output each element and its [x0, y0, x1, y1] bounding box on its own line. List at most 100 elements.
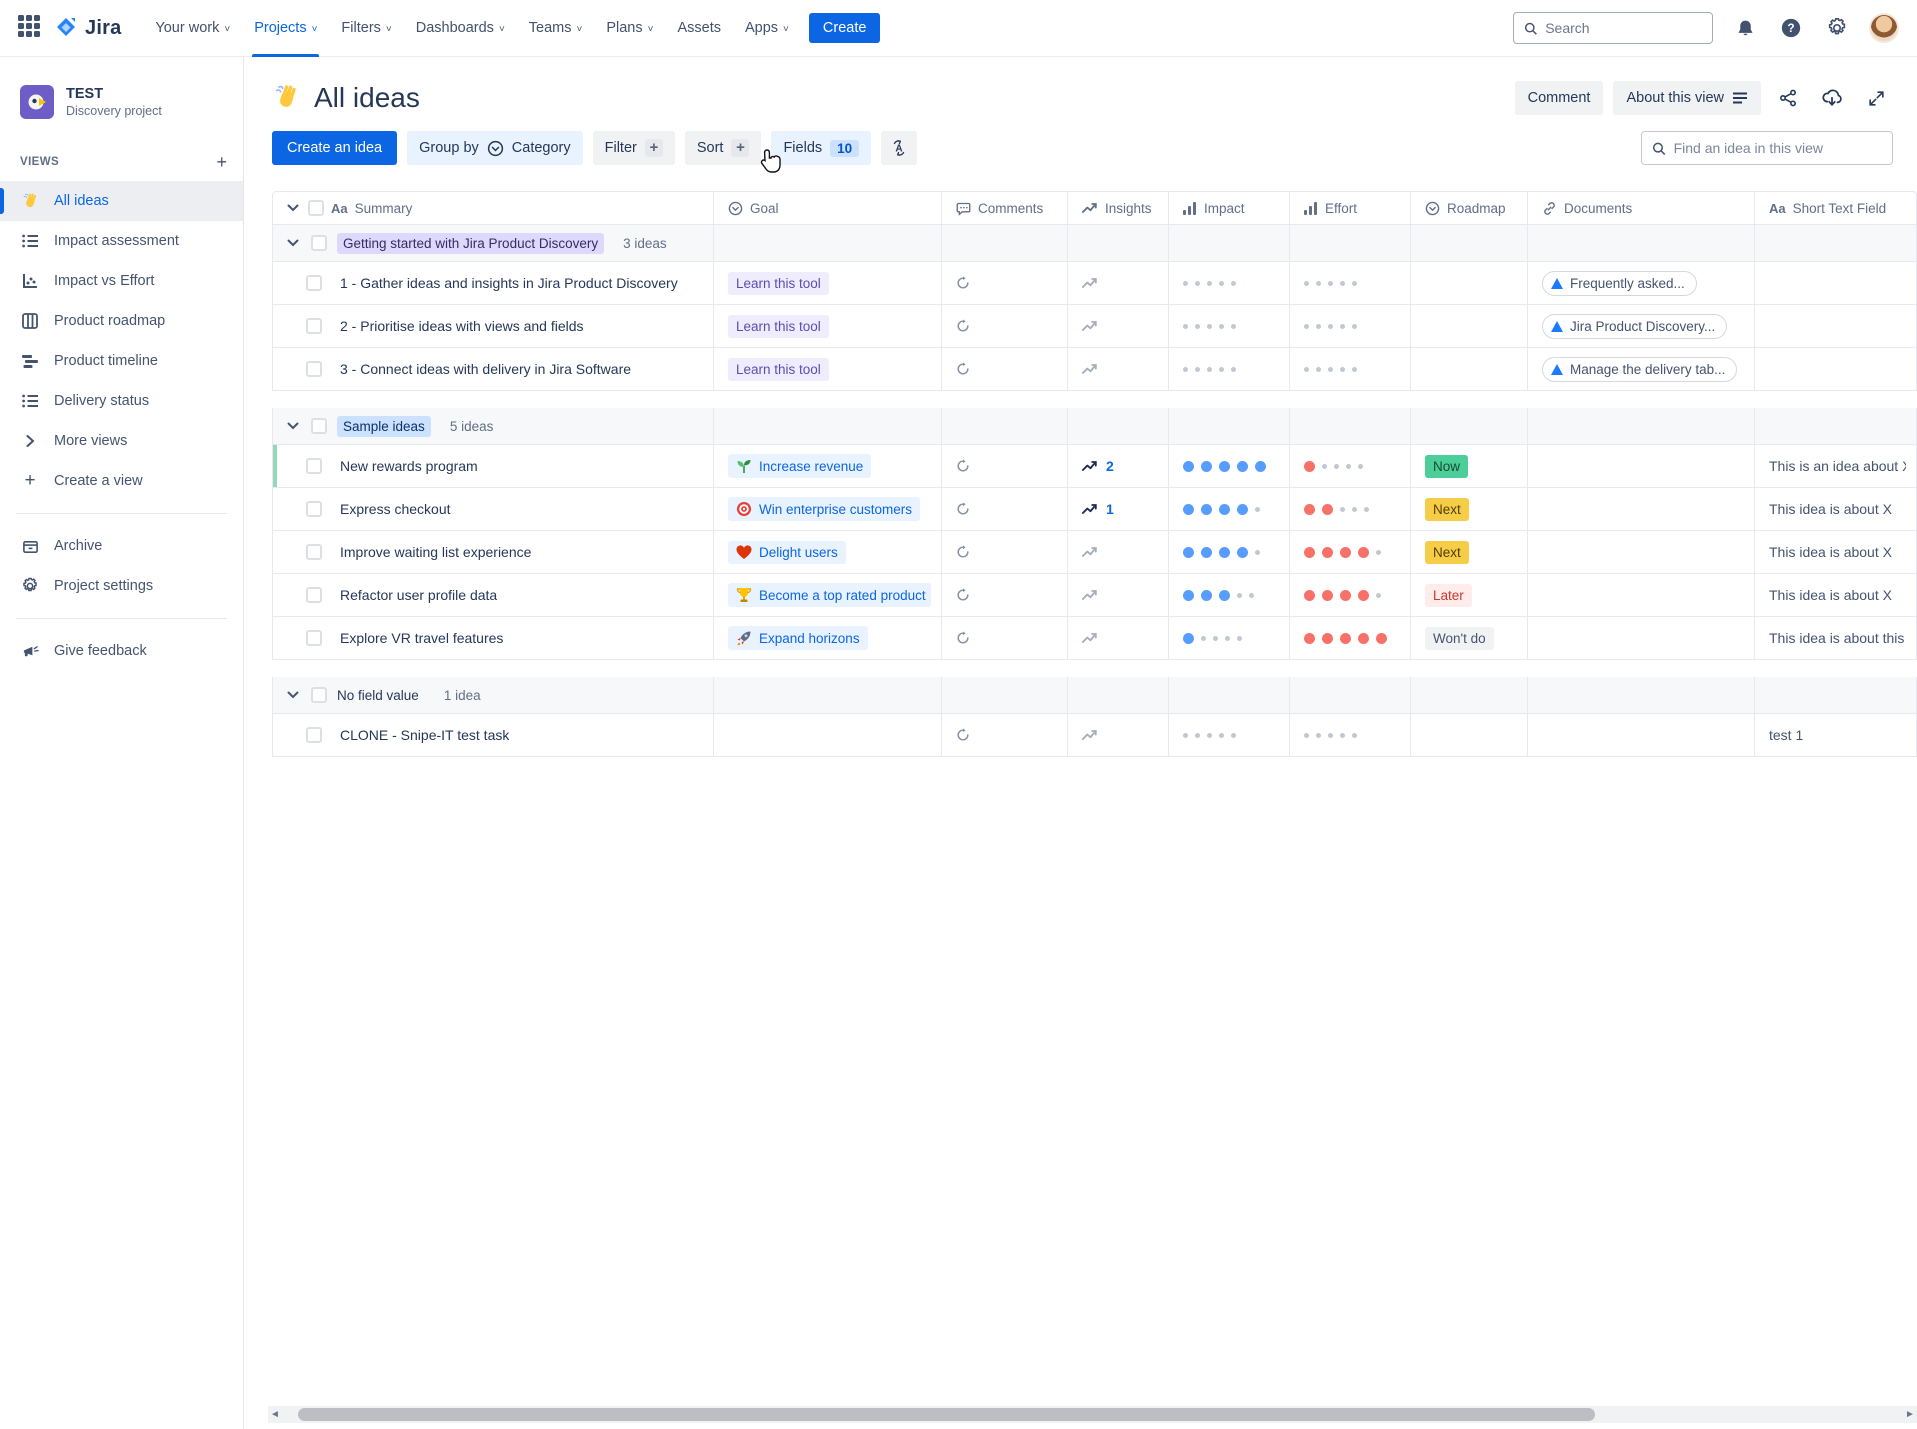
effort-cell[interactable]: [1290, 445, 1411, 487]
share-icon[interactable]: [1771, 82, 1805, 114]
effort-rating[interactable]: [1304, 633, 1387, 644]
group-collapse-icon[interactable]: [287, 691, 301, 699]
group-badge[interactable]: Getting started with Jira Product Discov…: [337, 233, 604, 254]
nav-item-your-work[interactable]: Your work˅: [143, 0, 242, 57]
effort-cell[interactable]: [1290, 574, 1411, 616]
comments-cell[interactable]: [942, 445, 1068, 487]
idea-summary[interactable]: 1 - Gather ideas and insights in Jira Pr…: [340, 275, 678, 291]
jira-logo[interactable]: Jira: [54, 16, 121, 40]
impact-rating[interactable]: [1183, 590, 1254, 601]
filter-button[interactable]: Filter +: [593, 131, 675, 165]
roadmap-cell[interactable]: Later: [1411, 574, 1528, 616]
impact-cell[interactable]: [1169, 348, 1290, 390]
summary-cell[interactable]: CLONE - Snipe-IT test task: [273, 714, 714, 756]
column-header-short-text-field[interactable]: AaShort Text Field: [1755, 192, 1916, 224]
row-checkbox[interactable]: [306, 727, 322, 743]
user-avatar[interactable]: [1869, 13, 1899, 43]
goal-pill[interactable]: Learn this tool: [728, 358, 829, 381]
sidebar-item-impact-assessment[interactable]: Impact assessment: [0, 221, 243, 261]
summary-cell[interactable]: 2 - Prioritise ideas with views and fiel…: [273, 305, 714, 347]
comments-cell[interactable]: [942, 488, 1068, 530]
impact-cell[interactable]: [1169, 531, 1290, 573]
effort-cell[interactable]: [1290, 617, 1411, 659]
goal-cell[interactable]: Delight users: [714, 531, 942, 573]
idea-row[interactable]: 3 - Connect ideas with delivery in Jira …: [272, 348, 1917, 391]
impact-rating[interactable]: [1183, 367, 1236, 372]
effort-cell[interactable]: [1290, 488, 1411, 530]
impact-rating[interactable]: [1183, 324, 1236, 329]
effort-rating[interactable]: [1304, 281, 1357, 286]
comments-cell[interactable]: [942, 348, 1068, 390]
document-link[interactable]: Manage the delivery tab...: [1542, 357, 1737, 382]
goal-pill[interactable]: Expand horizons: [728, 626, 868, 650]
idea-summary[interactable]: Express checkout: [340, 501, 451, 517]
export-download-icon[interactable]: [1815, 82, 1849, 114]
idea-summary[interactable]: CLONE - Snipe-IT test task: [340, 727, 509, 743]
sort-button[interactable]: Sort +: [685, 131, 762, 165]
column-header-comments[interactable]: Comments: [942, 192, 1068, 224]
scrollbar-track[interactable]: [282, 1406, 1903, 1423]
roadmap-cell[interactable]: Now: [1411, 445, 1528, 487]
insights-cell[interactable]: [1068, 305, 1169, 347]
documents-cell[interactable]: [1528, 531, 1755, 573]
documents-cell[interactable]: [1528, 574, 1755, 616]
global-search-input[interactable]: [1545, 20, 1702, 36]
effort-rating[interactable]: [1304, 590, 1381, 601]
column-header-documents[interactable]: Documents: [1528, 192, 1755, 224]
goal-pill[interactable]: Learn this tool: [728, 272, 829, 295]
summary-cell[interactable]: Explore VR travel features: [273, 617, 714, 659]
goal-cell[interactable]: Expand horizons: [714, 617, 942, 659]
row-checkbox[interactable]: [306, 630, 322, 646]
roadmap-badge[interactable]: Next: [1425, 498, 1469, 521]
app-switcher-icon[interactable]: [18, 15, 44, 41]
sidebar-item-project-settings[interactable]: Project settings: [0, 566, 243, 606]
comment-button[interactable]: Comment: [1515, 81, 1604, 115]
column-header-roadmap[interactable]: Roadmap: [1411, 192, 1528, 224]
goal-cell[interactable]: Learn this tool: [714, 348, 942, 390]
document-link[interactable]: Jira Product Discovery...: [1542, 314, 1727, 339]
comments-cell[interactable]: [942, 617, 1068, 659]
column-header-goal[interactable]: Goal: [714, 192, 942, 224]
roadmap-badge[interactable]: Now: [1425, 455, 1468, 478]
goal-cell[interactable]: Learn this tool: [714, 262, 942, 304]
idea-summary[interactable]: 3 - Connect ideas with delivery in Jira …: [340, 361, 631, 377]
effort-cell[interactable]: [1290, 348, 1411, 390]
fullscreen-expand-icon[interactable]: [1859, 82, 1893, 114]
documents-cell[interactable]: [1528, 617, 1755, 659]
effort-rating[interactable]: [1304, 461, 1363, 472]
sidebar-item-product-timeline[interactable]: Product timeline: [0, 341, 243, 381]
documents-cell[interactable]: [1528, 445, 1755, 487]
idea-row[interactable]: 2 - Prioritise ideas with views and fiel…: [272, 305, 1917, 348]
group-badge[interactable]: No field value: [337, 685, 425, 706]
goal-cell[interactable]: Become a top rated product: [714, 574, 942, 616]
global-search[interactable]: [1513, 12, 1713, 44]
column-header-summary[interactable]: AaSummary: [273, 192, 714, 224]
effort-cell[interactable]: [1290, 714, 1411, 756]
roadmap-badge[interactable]: Later: [1425, 584, 1472, 607]
goal-pill[interactable]: Increase revenue: [728, 454, 871, 478]
select-all-checkbox[interactable]: [308, 200, 324, 216]
effort-rating[interactable]: [1304, 733, 1357, 738]
nav-item-plans[interactable]: Plans˅: [594, 0, 665, 57]
idea-summary[interactable]: Improve waiting list experience: [340, 544, 531, 560]
impact-rating[interactable]: [1183, 547, 1260, 558]
group-checkbox[interactable]: [311, 418, 327, 434]
idea-summary[interactable]: Explore VR travel features: [340, 630, 503, 646]
goal-cell[interactable]: Learn this tool: [714, 305, 942, 347]
idea-summary[interactable]: 2 - Prioritise ideas with views and fiel…: [340, 318, 584, 334]
roadmap-cell[interactable]: [1411, 714, 1528, 756]
goal-pill[interactable]: Delight users: [728, 541, 846, 564]
row-checkbox[interactable]: [306, 361, 322, 377]
row-checkbox[interactable]: [306, 501, 322, 517]
idea-row[interactable]: Refactor user profile dataBecome a top r…: [272, 574, 1917, 617]
insights-cell[interactable]: [1068, 531, 1169, 573]
collapse-all-icon[interactable]: [287, 204, 301, 212]
goal-cell[interactable]: Win enterprise customers: [714, 488, 942, 530]
nav-item-dashboards[interactable]: Dashboards˅: [404, 0, 517, 57]
sidebar-item-all-ideas[interactable]: All ideas: [0, 181, 243, 221]
short-text-cell[interactable]: This idea is about X: [1755, 488, 1916, 530]
goal-pill[interactable]: Become a top rated product: [728, 583, 931, 607]
effort-cell[interactable]: [1290, 531, 1411, 573]
comments-cell[interactable]: [942, 714, 1068, 756]
summary-cell[interactable]: 3 - Connect ideas with delivery in Jira …: [273, 348, 714, 390]
